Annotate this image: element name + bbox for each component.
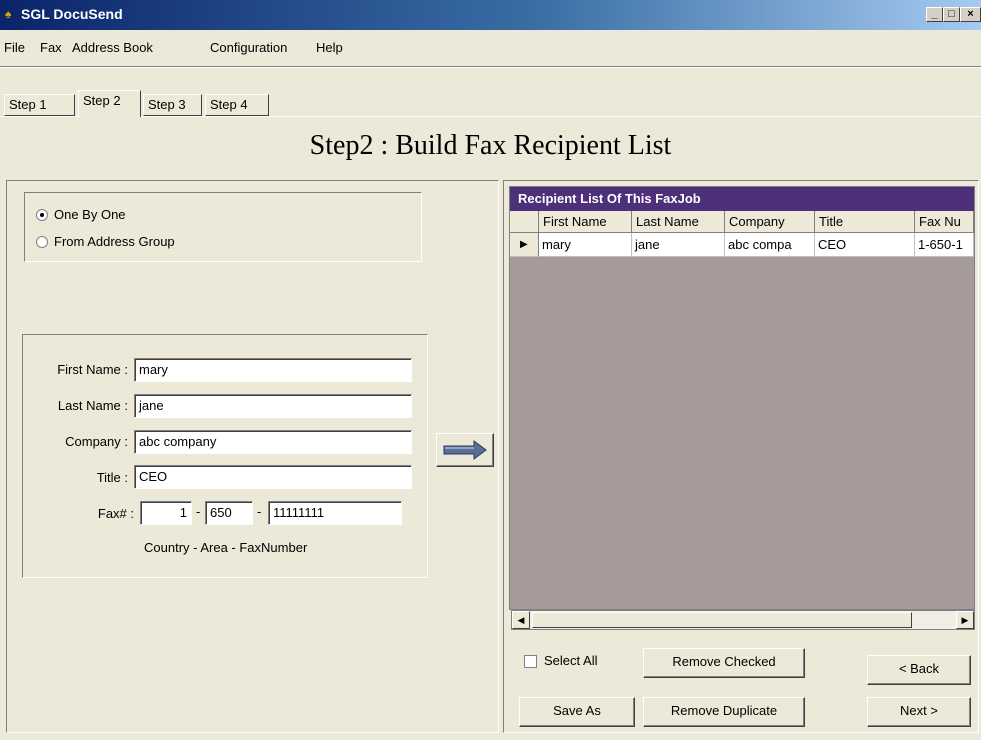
fax-label: Fax# : xyxy=(97,506,134,521)
fax-dash-1: - xyxy=(196,504,201,519)
column-fax-number[interactable]: Fax Nu xyxy=(915,211,974,233)
last-name-field[interactable]: jane xyxy=(134,394,412,418)
scroll-thumb[interactable] xyxy=(532,612,912,628)
column-first-name[interactable]: First Name xyxy=(539,211,632,233)
title-field[interactable]: CEO xyxy=(134,465,412,489)
column-company[interactable]: Company xyxy=(725,211,815,233)
select-all-checkbox[interactable] xyxy=(524,655,537,668)
remove-checked-button[interactable]: Remove Checked xyxy=(643,648,805,678)
fax-area-field[interactable]: 650 xyxy=(205,501,253,525)
page-heading: Step2 : Build Fax Recipient List xyxy=(309,130,672,161)
from-address-group-label: From Address Group xyxy=(54,234,175,249)
company-label: Company : xyxy=(65,434,128,449)
last-name-label: Last Name : xyxy=(57,398,128,413)
fax-dash-2: - xyxy=(257,504,262,519)
back-button[interactable]: < Back xyxy=(867,655,971,685)
scroll-right-icon[interactable]: ▶ xyxy=(956,611,974,629)
fax-format-hint: Country - Area - FaxNumber xyxy=(144,540,308,555)
title-bar: ♠ SGL DocuSend _ □ × xyxy=(0,0,981,30)
first-name-label: First Name : xyxy=(57,362,128,377)
grid-caption: Recipient List Of This FaxJob xyxy=(510,187,974,211)
fax-country-field[interactable]: 1 xyxy=(140,501,192,525)
from-address-group-radio[interactable] xyxy=(36,236,48,248)
tab-step-4[interactable]: Step 4 xyxy=(205,94,269,116)
table-cell[interactable]: abc compa xyxy=(725,233,815,257)
app-icon: ♠ xyxy=(5,7,12,21)
arrow-right-icon xyxy=(443,440,487,460)
column-title[interactable]: Title xyxy=(815,211,915,233)
tab-step-3[interactable]: Step 3 xyxy=(143,94,202,116)
row-header-corner xyxy=(510,211,539,233)
window-title: SGL DocuSend xyxy=(21,6,123,22)
tab-step-2[interactable]: Step 2 xyxy=(78,90,141,117)
first-name-field[interactable]: mary xyxy=(134,358,412,382)
title-label: Title : xyxy=(96,470,128,485)
add-recipient-button[interactable] xyxy=(436,433,494,467)
minimize-button[interactable]: _ xyxy=(926,7,943,22)
menu-file[interactable]: File xyxy=(4,40,25,55)
menu-fax[interactable]: Fax xyxy=(40,40,62,55)
scroll-left-icon[interactable]: ◀ xyxy=(512,611,530,629)
row-selector[interactable]: ▶ xyxy=(510,233,539,257)
table-cell[interactable]: CEO xyxy=(815,233,915,257)
next-button[interactable]: Next > xyxy=(867,697,971,727)
column-last-name[interactable]: Last Name xyxy=(632,211,725,233)
menu-help[interactable]: Help xyxy=(316,40,343,55)
maximize-button[interactable]: □ xyxy=(943,7,960,22)
one-by-one-label: One By One xyxy=(54,207,126,222)
recipient-grid[interactable]: Recipient List Of This FaxJob First Name… xyxy=(509,186,975,610)
table-cell[interactable]: jane xyxy=(632,233,725,257)
current-row-icon: ▶ xyxy=(520,239,528,250)
save-as-button[interactable]: Save As xyxy=(519,697,635,727)
remove-duplicate-button[interactable]: Remove Duplicate xyxy=(643,697,805,727)
menu-separator-highlight xyxy=(0,67,981,68)
menu-bar: File Fax Address Book Configuration Help xyxy=(0,32,981,60)
horizontal-scrollbar[interactable]: ◀ ▶ xyxy=(511,610,975,630)
table-cell[interactable]: mary xyxy=(539,233,632,257)
tab-step-1[interactable]: Step 1 xyxy=(4,94,75,116)
company-field[interactable]: abc company xyxy=(134,430,412,454)
menu-address-book[interactable]: Address Book xyxy=(72,40,153,55)
mode-group xyxy=(24,192,422,262)
close-button[interactable]: × xyxy=(960,7,981,22)
table-cell[interactable]: 1-650-1 xyxy=(915,233,974,257)
menu-configuration[interactable]: Configuration xyxy=(210,40,287,55)
select-all-label: Select All xyxy=(544,653,598,668)
fax-number-field[interactable]: 11111111 xyxy=(268,501,402,525)
one-by-one-radio[interactable] xyxy=(36,209,48,221)
